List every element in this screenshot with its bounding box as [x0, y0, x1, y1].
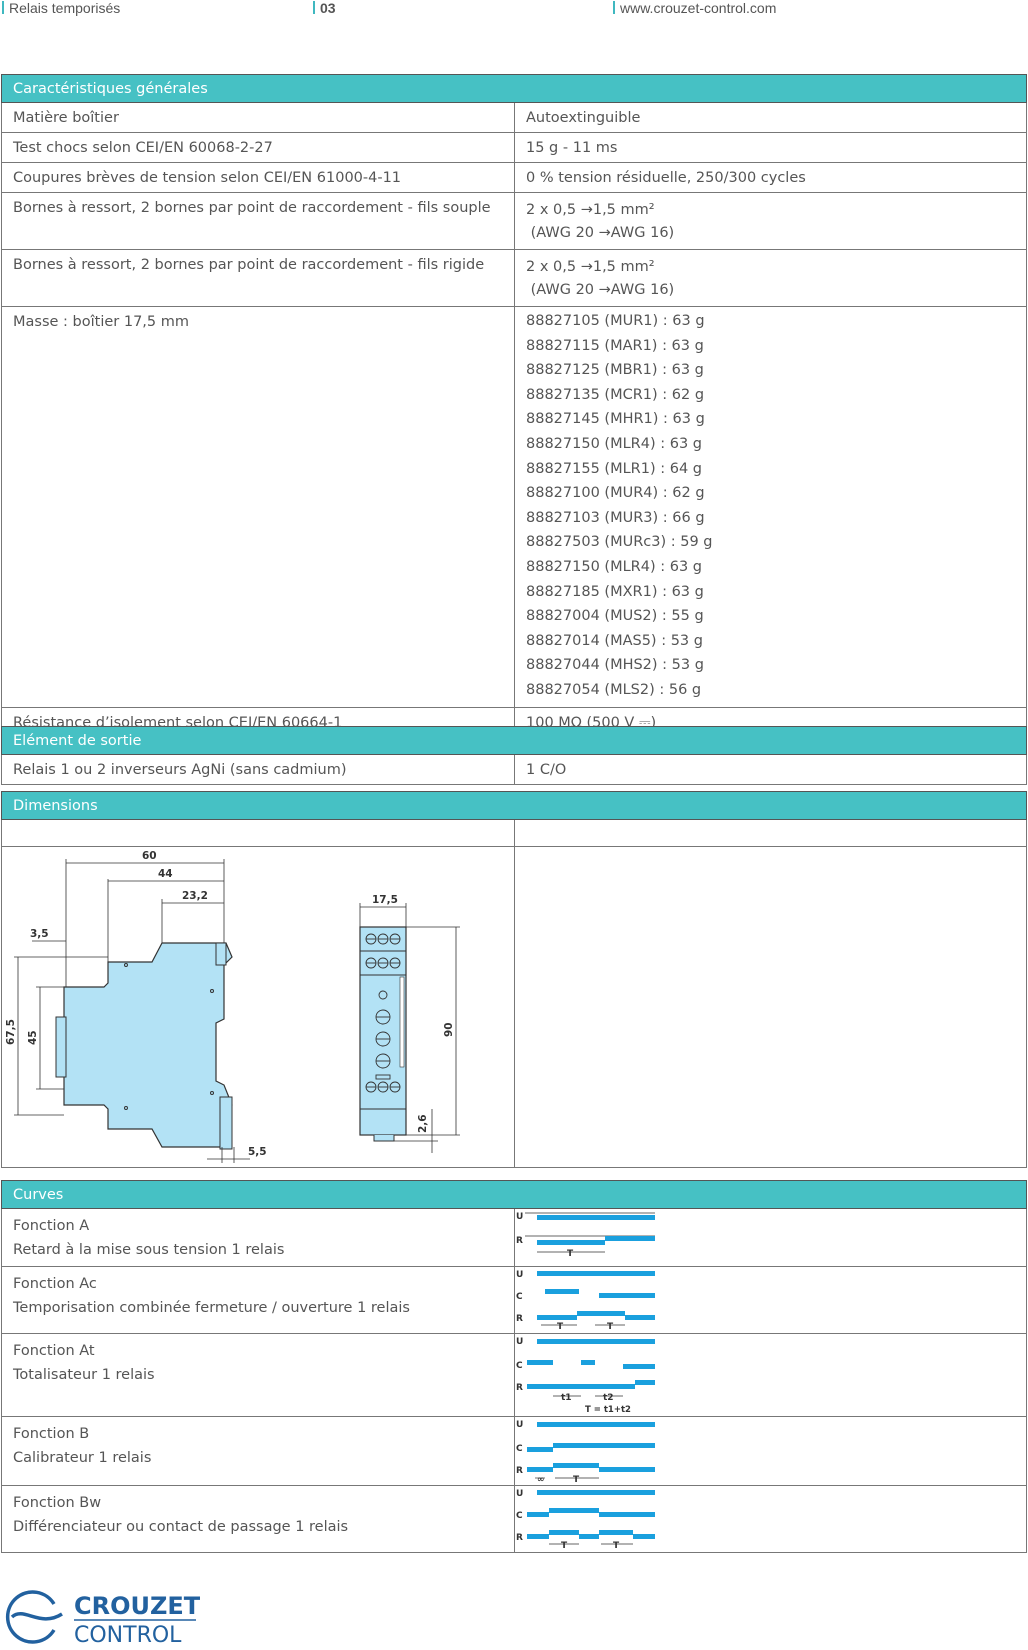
- svg-text:R: R: [516, 1383, 523, 1393]
- timing-diagram-bw: U C R T T: [516, 1489, 655, 1551]
- dim-label-17-5: 17,5: [372, 894, 398, 906]
- svg-text:R: R: [516, 1236, 523, 1246]
- svg-text:T: T: [613, 1541, 620, 1551]
- table-row: Matière boîtier Autoextinguible: [1, 102, 1027, 133]
- logo-line1: CROUZET: [74, 1592, 201, 1620]
- list-item: 88827150 (MLR4) : 63 g: [526, 558, 702, 575]
- list-item: 88827155 (MLR1) : 64 g: [526, 460, 702, 477]
- timing-diagram-b: U C R ∞ T: [516, 1420, 655, 1485]
- general-characteristics-table: Caractéristiques générales Matière boîti…: [1, 74, 1027, 738]
- table-row-curve-at: Fonction At Totalisateur 1 relais U C R t…: [1, 1333, 1027, 1417]
- table-row-curve-a: Fonction A Retard à la mise sous tension …: [1, 1208, 1027, 1267]
- table-row: Relais 1 ou 2 inverseurs AgNi (sans cadm…: [1, 754, 1027, 785]
- dim-label-90: 90: [443, 1022, 455, 1037]
- dimension-drawing: 60 44 23,2 3,5 67,5 45 5,5 17,5 90 2,6: [5, 850, 460, 1163]
- dim-label-3-5: 3,5: [30, 928, 49, 940]
- list-item: 88827054 (MLS2) : 56 g: [526, 681, 702, 698]
- list-item: 88827145 (MHR1) : 63 g: [526, 411, 705, 428]
- table-row: Coupures brèves de tension selon CEI/EN …: [1, 162, 1027, 193]
- section-title-output: Elément de sortie: [1, 726, 1027, 755]
- svg-text:R: R: [516, 1533, 523, 1543]
- svg-text:U: U: [516, 1337, 523, 1347]
- table-row-curve-b: Fonction B Calibrateur 1 relais U C R ∞ T: [1, 1416, 1027, 1486]
- table-row-drawing: 60 44 23,2 3,5 67,5 45 5,5 17,5 90 2,6: [1, 846, 1027, 1168]
- timing-diagram-a: U R T: [516, 1212, 655, 1259]
- section-title-curves: Curves: [1, 1180, 1027, 1209]
- list-item: 88827125 (MBR1) : 63 g: [526, 362, 704, 379]
- table-row-curve-bw: Fonction Bw Différenciateur ou contact de…: [1, 1485, 1027, 1553]
- list-item: 88827014 (MAS5) : 53 g: [526, 632, 703, 649]
- svg-text:t2: t2: [603, 1393, 614, 1403]
- dim-label-60: 60: [142, 850, 157, 862]
- list-item: 88827105 (MUR1) : 63 g: [526, 313, 705, 329]
- curves-table: Curves Fonction A Retard à la mise sous t…: [1, 1180, 1027, 1553]
- relay-side-view: [63, 942, 233, 1148]
- dim-label-44: 44: [158, 868, 173, 880]
- table-row-curve-ac: Fonction Ac Temporisation combinée fermet…: [1, 1266, 1027, 1334]
- dim-label-45: 45: [27, 1030, 39, 1045]
- svg-text:C: C: [516, 1444, 523, 1454]
- svg-text:T: T: [557, 1322, 564, 1332]
- svg-text:C: C: [516, 1511, 523, 1521]
- svg-text:R: R: [516, 1466, 523, 1476]
- section-title-dimensions: Dimensions: [1, 791, 1027, 820]
- dim-label-2-6: 2,6: [417, 1114, 429, 1133]
- logo-line2: CONTROL: [74, 1623, 182, 1646]
- timing-diagram-at: U C R t1 t2 T = t1+t2: [516, 1337, 655, 1415]
- svg-text:T: T: [607, 1322, 614, 1332]
- crouzet-control-logo: CROUZET CONTROL: [4, 1586, 204, 1650]
- list-item: 88827135 (MCR1) : 62 g: [526, 386, 705, 403]
- table-row: Bornes à ressort, 2 bornes par point de …: [1, 192, 1027, 250]
- dim-label-67-5: 67,5: [5, 1019, 17, 1045]
- svg-text:∞: ∞: [537, 1475, 545, 1485]
- svg-text:T: T: [561, 1541, 568, 1551]
- output-element-table: Elément de sortie Relais 1 ou 2 inverseu…: [1, 726, 1027, 785]
- dim-label-5-5: 5,5: [248, 1146, 267, 1158]
- section-title-general: Caractéristiques générales: [1, 74, 1027, 103]
- mass-list: 88827105 (MUR1) : 63 g 88827115 (MAR1) :…: [514, 306, 1027, 708]
- header-website-link[interactable]: www.crouzet-control.com: [613, 0, 776, 20]
- dim-label-23-2: 23,2: [182, 890, 208, 902]
- header-doc-title: Relais temporisés: [2, 0, 120, 20]
- svg-text:U: U: [516, 1270, 523, 1280]
- svg-text:t1: t1: [561, 1393, 572, 1403]
- list-item: 88827004 (MUS2) : 55 g: [526, 608, 704, 625]
- svg-text:U: U: [516, 1420, 523, 1430]
- svg-text:C: C: [516, 1292, 523, 1302]
- table-row-mass: Masse : boîtier 17,5 mm 88827105 (MUR1) …: [1, 306, 1027, 708]
- svg-text:T: T: [573, 1475, 580, 1485]
- svg-text:C: C: [516, 1361, 523, 1371]
- header-page-number: 03: [313, 0, 336, 20]
- list-item: 88827100 (MUR4) : 62 g: [526, 485, 705, 502]
- list-item: 88827503 (MURc3) : 59 g: [526, 534, 713, 551]
- list-item: 88827044 (MHS2) : 53 g: [526, 657, 704, 674]
- svg-text:T = t1+t2: T = t1+t2: [585, 1405, 631, 1415]
- timing-diagram-ac: U C R T T: [516, 1270, 655, 1332]
- list-item: 88827150 (MLR4) : 63 g: [526, 435, 702, 452]
- dimensions-table: Dimensions 60 44 23,2 3,5 67,5 45 5,5 17…: [1, 791, 1027, 1168]
- table-row: Test chocs selon CEI/EN 60068-2-27 15 g -…: [1, 132, 1027, 163]
- svg-text:T: T: [567, 1249, 574, 1259]
- table-row: [1, 819, 1027, 847]
- list-item: 88827115 (MAR1) : 63 g: [526, 337, 704, 354]
- table-row: Bornes à ressort, 2 bornes par point de …: [1, 249, 1027, 307]
- svg-text:U: U: [516, 1212, 523, 1222]
- list-item: 88827103 (MUR3) : 66 g: [526, 509, 705, 526]
- svg-text:U: U: [516, 1489, 523, 1499]
- list-item: 88827185 (MXR1) : 63 g: [526, 583, 704, 600]
- svg-text:R: R: [516, 1314, 523, 1324]
